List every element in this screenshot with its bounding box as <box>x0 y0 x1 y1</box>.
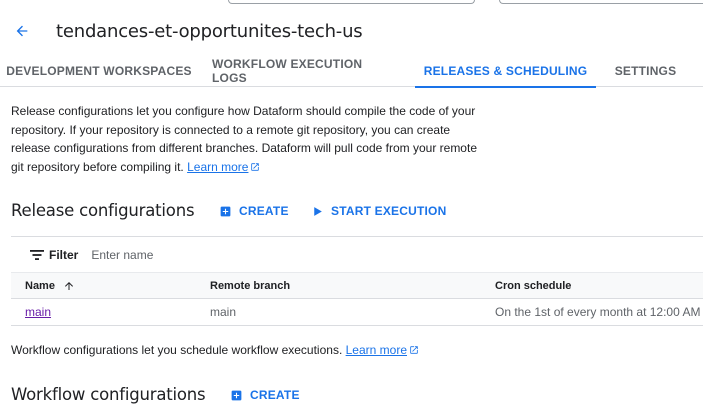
learn-more-link[interactable]: Learn more <box>187 160 248 174</box>
column-name-label: Name <box>25 279 55 292</box>
arrow-upward-icon <box>64 281 73 290</box>
column-branch-header: Remote branch <box>210 279 291 292</box>
tab-workflow-execution-logs[interactable]: WORKFLOW EXECUTION LOGS <box>212 54 400 87</box>
filter-label: Filter <box>49 247 79 262</box>
create-workflow-button[interactable]: CREATE <box>230 388 300 402</box>
release-table: Name Remote branch Cron schedule main ma… <box>11 272 703 326</box>
start-execution-label: START EXECUTION <box>331 204 447 218</box>
tab-releases-scheduling[interactable]: RELEASES & SCHEDULING <box>415 54 596 88</box>
release-description: Release configurations let you configure… <box>11 102 491 176</box>
top-frame-segment <box>228 0 475 4</box>
remote-branch-cell: main <box>210 305 237 319</box>
workflow-description-text: Workflow configurations let you schedule… <box>11 343 343 357</box>
release-name-cell: main <box>25 299 51 325</box>
table-row: main main On the 1st of every month at 1… <box>11 299 703 326</box>
tab-settings[interactable]: SETTINGS <box>604 54 687 87</box>
top-frame-segment <box>499 0 703 4</box>
create-workflow-label: CREATE <box>250 388 300 402</box>
release-configurations-title: Release configurations <box>11 201 195 220</box>
back-button[interactable] <box>12 21 32 41</box>
play-icon <box>314 206 322 216</box>
external-link-icon <box>251 162 260 171</box>
workflow-learn-more-link[interactable]: Learn more <box>346 343 407 357</box>
external-link-icon <box>410 346 418 354</box>
browser-top-edge <box>0 0 703 8</box>
tab-bar: DEVELOPMENT WORKSPACES WORKFLOW EXECUTIO… <box>0 54 703 88</box>
filter-input[interactable] <box>91 247 292 262</box>
create-release-label: CREATE <box>239 204 289 218</box>
workflow-description: Workflow configurations let you schedule… <box>11 343 419 357</box>
table-header-row: Name Remote branch Cron schedule <box>11 272 703 299</box>
page-title: tendances-et-opportunites-tech-us <box>56 20 363 42</box>
arrow-back-icon <box>16 25 28 37</box>
release-name-link[interactable]: main <box>25 305 51 319</box>
start-execution-button[interactable]: START EXECUTION <box>311 204 446 218</box>
add-box-icon <box>231 390 242 400</box>
column-name-header[interactable]: Name <box>25 273 75 298</box>
workflow-configurations-title: Workflow configurations <box>11 385 206 404</box>
create-release-button[interactable]: CREATE <box>219 204 289 218</box>
cron-schedule-cell: On the 1st of every month at 12:00 AM C <box>495 305 703 319</box>
tab-development-workspaces[interactable]: DEVELOPMENT WORKSPACES <box>0 54 198 87</box>
column-cron-header: Cron schedule <box>495 279 572 292</box>
filter-bar: Filter <box>11 236 703 272</box>
add-box-icon <box>220 206 231 216</box>
filter-list-icon <box>30 249 44 260</box>
page-header: tendances-et-opportunites-tech-us <box>0 14 703 48</box>
